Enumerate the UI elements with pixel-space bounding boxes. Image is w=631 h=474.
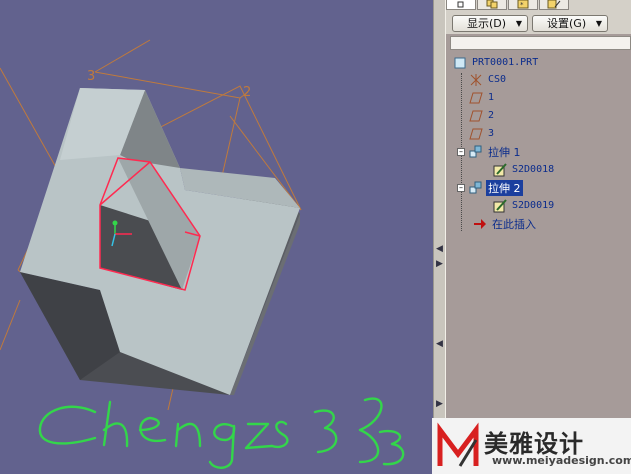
datum-label-3: 3 [87, 69, 95, 84]
part-geometry [20, 88, 300, 395]
settings-menu-label: 设置(G) [547, 17, 587, 30]
sketch-icon [492, 162, 508, 178]
tree-item-datum-1[interactable]: 1 [468, 89, 496, 106]
expand-arrow-icon[interactable]: ▶ [435, 260, 444, 269]
tree-item-label: CS0 [488, 74, 507, 85]
navigator-tabs: * [446, 0, 631, 12]
tree-item-label: 2 [488, 110, 495, 121]
watermark-logo: 美雅设计 www.meiyadesign.com [432, 418, 631, 474]
tree-toolbar: 显示(D) ▼ 设置(G) ▼ [446, 12, 631, 34]
tree-item-cs0[interactable]: CS0 [468, 71, 508, 88]
show-menu-label: 显示(D) [467, 17, 507, 30]
chevron-down-icon: ▼ [595, 19, 602, 28]
tree-item-sketch-s2d0018[interactable]: S2D0018 [492, 161, 556, 178]
tab-model-tree[interactable] [446, 0, 476, 10]
tree-item-datum-2[interactable]: 2 [468, 107, 496, 124]
insert-here-arrow-icon [472, 216, 488, 232]
connections-icon [547, 0, 561, 9]
settings-menu-button[interactable]: 设置(G) ▼ [532, 15, 608, 32]
graphics-viewport[interactable]: 3 2 [0, 0, 433, 474]
chevron-down-icon: ▼ [515, 19, 522, 28]
navigator-panel: * 显示(D) ▼ 设置(G) ▼ PRT0001.PRT CS0 1 2 3 … [446, 0, 631, 474]
tree-item-label: 拉伸 1 [488, 145, 521, 159]
tree-item-extrude-2[interactable]: 拉伸 2 [468, 179, 523, 196]
model-canvas[interactable]: 3 2 [0, 0, 433, 474]
tree-item-label: S2D0019 [512, 200, 555, 211]
extrude-icon [468, 144, 484, 160]
favorites-icon: * [517, 0, 529, 9]
tree-item-label: PRT0001.PRT [472, 57, 539, 68]
collapse-arrow-icon[interactable]: ◀ [435, 245, 444, 254]
collapse-arrow-icon[interactable]: ◀ [435, 340, 444, 349]
tree-item-extrude-1[interactable]: 拉伸 1 [468, 143, 523, 160]
brand-url: www.meiyadesign.com [492, 454, 631, 467]
model-tree: PRT0001.PRT CS0 1 2 3 – 拉伸 1 S2D0018 – 拉… [446, 52, 631, 474]
folder-browser-icon [485, 0, 499, 9]
extrude-icon [468, 180, 484, 196]
tab-connections[interactable] [539, 0, 569, 10]
datum-plane-icon [468, 108, 484, 124]
tree-item-insert-here[interactable]: 在此插入 [472, 215, 538, 232]
tab-favorites[interactable]: * [508, 0, 538, 10]
datum-label-2: 2 [243, 85, 251, 100]
brand-logo-icon [437, 422, 479, 467]
tree-item-datum-3[interactable]: 3 [468, 125, 496, 142]
model-tree-icon [456, 1, 466, 9]
tree-item-label: S2D0018 [512, 164, 555, 175]
tree-item-root[interactable]: PRT0001.PRT [452, 54, 540, 71]
show-menu-button[interactable]: 显示(D) ▼ [452, 15, 528, 32]
tab-folder-browser[interactable] [477, 0, 507, 10]
tree-item-label: 在此插入 [492, 217, 536, 231]
tree-item-sketch-s2d0019[interactable]: S2D0019 [492, 197, 556, 214]
tree-item-label: 3 [488, 128, 495, 139]
svg-text:*: * [520, 1, 524, 9]
datum-plane-icon [468, 90, 484, 106]
tree-item-label: 1 [488, 92, 495, 103]
part-icon [452, 55, 468, 71]
expand-arrow-icon[interactable]: ▶ [435, 400, 444, 409]
datum-plane-icon [468, 126, 484, 142]
sketch-icon [492, 198, 508, 214]
signature [38, 397, 405, 469]
coordinate-system-icon [468, 72, 484, 88]
panel-splitter[interactable]: ◀ ▶ ◀ ▶ ◀ [433, 0, 446, 474]
tree-filter-field[interactable] [450, 36, 631, 50]
collapse-toggle-icon[interactable]: – [457, 148, 465, 156]
collapse-toggle-icon[interactable]: – [457, 184, 465, 192]
tree-item-label: 拉伸 2 [486, 179, 523, 196]
